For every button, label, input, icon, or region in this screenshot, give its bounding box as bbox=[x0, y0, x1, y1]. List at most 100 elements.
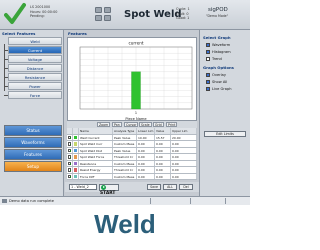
cell-type: Custom Meas bbox=[113, 173, 137, 179]
checkbox-icon[interactable] bbox=[68, 148, 72, 153]
tree-branch bbox=[4, 95, 8, 96]
settings-icon[interactable] bbox=[104, 15, 111, 21]
features-button[interactable]: Features bbox=[4, 149, 62, 160]
cell-upper: 0.00 bbox=[171, 147, 197, 153]
all-button[interactable]: ALL bbox=[163, 184, 177, 190]
radio-icon bbox=[206, 49, 210, 54]
cell-value: 0.00 bbox=[155, 154, 171, 160]
column-header[interactable]: Lower Lim bbox=[137, 128, 155, 134]
tree-branch bbox=[4, 77, 8, 78]
menu-item-power[interactable]: Power bbox=[4, 82, 62, 90]
cell-value: 15.57 bbox=[155, 134, 171, 140]
menu-item-force[interactable]: Force bbox=[4, 91, 62, 99]
cell-name: Spot Weld Curr bbox=[79, 141, 113, 147]
option-trend[interactable]: Trend bbox=[206, 56, 222, 62]
color-swatch bbox=[74, 135, 78, 140]
checkbox-icon bbox=[206, 72, 210, 77]
cell-type: Custom Meas bbox=[113, 160, 137, 166]
column-header[interactable]: Name bbox=[79, 128, 113, 134]
menu-item-label: Resistance bbox=[24, 75, 46, 80]
option-live-graph[interactable]: Live Graph bbox=[206, 86, 232, 92]
waveforms-button[interactable]: Waveforms bbox=[4, 137, 62, 148]
color-swatch bbox=[74, 142, 78, 146]
delete-button[interactable]: Del bbox=[179, 184, 193, 190]
checkbox-icon[interactable] bbox=[68, 142, 72, 146]
features-label: Features bbox=[68, 31, 87, 36]
status-button[interactable]: Status bbox=[4, 125, 62, 136]
column-header[interactable]: Value bbox=[155, 128, 171, 134]
feature-plot[interactable]: 1 current Piece Name bbox=[67, 37, 197, 121]
option-overlay[interactable]: Overlay bbox=[206, 72, 226, 78]
cell-upper: 0.00 bbox=[171, 173, 197, 179]
cell-name: Weld Current bbox=[79, 134, 113, 140]
spot-weld-screen: LS 2001000 Hours: 00:00:00 Pending: Spot… bbox=[0, 0, 250, 205]
folder-icon[interactable] bbox=[95, 7, 102, 13]
toolbar-print-button[interactable]: Print bbox=[166, 122, 178, 127]
edit-limits-button[interactable]: Edit Limits bbox=[204, 131, 246, 137]
toolbar-zoom-button[interactable]: Zoom bbox=[97, 122, 111, 127]
option-label: Trend bbox=[212, 57, 222, 61]
file-select[interactable]: 1 - Weld_2 bbox=[69, 184, 97, 190]
cell-lower: 10.00 bbox=[137, 134, 155, 140]
toolbar-pan-button[interactable]: Pan bbox=[112, 122, 122, 127]
column-header[interactable]: Analysis Type bbox=[113, 128, 137, 134]
checkbox-icon bbox=[206, 86, 210, 91]
menu-item-label: Voltage bbox=[27, 57, 43, 62]
status-divider bbox=[150, 198, 151, 204]
table-row[interactable]: Force Diff Custom Meas 0.00 0.00 0.00 bbox=[67, 173, 197, 180]
caption-title: Weld bbox=[94, 209, 156, 239]
color-swatch bbox=[74, 174, 78, 179]
save-icon[interactable] bbox=[104, 7, 111, 13]
cell-lower: 0.00 bbox=[137, 147, 155, 153]
cell-type: Peak Value bbox=[113, 134, 137, 140]
cell-name: Spot Weld Force bbox=[79, 154, 113, 160]
menu-item-resistance[interactable]: Resistance bbox=[4, 73, 62, 81]
start-button[interactable]: START bbox=[99, 183, 119, 196]
option-label: Waveform bbox=[212, 43, 231, 47]
checkbox-icon[interactable] bbox=[68, 168, 72, 172]
cell-lower: 0.00 bbox=[137, 160, 155, 166]
graph-options-title: Graph Options bbox=[203, 65, 234, 70]
menu-item-voltage[interactable]: Voltage bbox=[4, 55, 62, 63]
checkbox-icon[interactable] bbox=[68, 135, 72, 140]
option-label: Show All bbox=[212, 80, 228, 84]
menu-item-label: Power bbox=[29, 84, 41, 89]
tree-branch bbox=[4, 86, 8, 87]
cell-name: Resistance bbox=[79, 160, 113, 166]
cell-name: Resist Energy bbox=[79, 167, 113, 173]
cell-upper: 0.00 bbox=[171, 141, 197, 147]
setup-button[interactable]: Setup bbox=[4, 161, 62, 172]
checkbox-icon[interactable] bbox=[68, 174, 72, 179]
status-bar: Demo data run complete bbox=[0, 196, 250, 205]
toolbar-scale-button[interactable]: Scale bbox=[139, 122, 152, 127]
cell-upper: 0.00 bbox=[171, 160, 197, 166]
bar bbox=[131, 71, 141, 110]
option-histogram[interactable]: Histogram bbox=[206, 49, 231, 55]
cell-value: 0.00 bbox=[155, 160, 171, 166]
menu-item-current[interactable]: Current bbox=[4, 46, 62, 54]
toolbar-cursor-button[interactable]: Cursor bbox=[124, 122, 139, 127]
checkbox-icon[interactable] bbox=[68, 161, 72, 166]
column-header[interactable]: Upper Lim bbox=[171, 128, 197, 134]
cell-name: Force Diff bbox=[79, 173, 113, 179]
checkbox-icon[interactable] bbox=[68, 155, 72, 159]
chart: 1currentPiece Name bbox=[79, 41, 193, 121]
print-icon[interactable] bbox=[95, 15, 102, 21]
cell-type: Threshold Cr bbox=[113, 154, 137, 160]
menu-item-weld[interactable]: Weld bbox=[8, 37, 62, 45]
cell-lower: 0.00 bbox=[137, 141, 155, 147]
main-panel: Features 1 current Piece Name Zoom Pan Cur… bbox=[65, 30, 199, 196]
play-icon bbox=[101, 185, 106, 191]
header-bar: LS 2001000 Hours: 00:00:00 Pending: Spot… bbox=[0, 0, 250, 30]
plot-toolbar: Zoom Pan Cursor Scale Grid Print bbox=[67, 121, 197, 128]
option-show-all[interactable]: Show All bbox=[206, 79, 227, 85]
cell-value: 0.00 bbox=[155, 167, 171, 173]
option-label: Overlay bbox=[212, 73, 226, 77]
menu-item-distance[interactable]: Distance bbox=[4, 64, 62, 72]
save-button[interactable]: Save bbox=[147, 184, 161, 190]
option-waveform[interactable]: Waveform bbox=[206, 42, 230, 48]
toolbar-grid-button[interactable]: Grid bbox=[153, 122, 164, 127]
cell-value: 0.00 bbox=[155, 173, 171, 179]
cell-name: Spot Weld Dist bbox=[79, 147, 113, 153]
option-label: Live Graph bbox=[212, 87, 232, 91]
